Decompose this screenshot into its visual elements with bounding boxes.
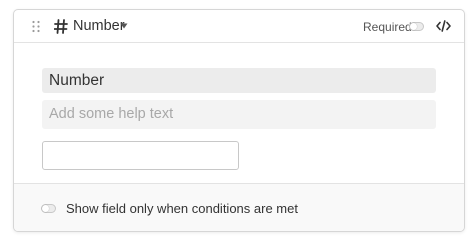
conditions-label[interactable]: Show field only when conditions are met — [66, 201, 298, 216]
code-icon[interactable] — [436, 20, 451, 32]
hash-icon — [54, 19, 68, 34]
drag-handle-icon[interactable] — [31, 20, 41, 33]
chevron-down-icon[interactable] — [120, 23, 128, 29]
required-toggle[interactable] — [409, 22, 424, 31]
conditions-toggle[interactable] — [41, 204, 56, 213]
field-name-input[interactable]: Number — [42, 68, 436, 93]
required-label: Required — [363, 20, 412, 34]
number-preview-input[interactable] — [42, 141, 239, 170]
field-card-header: Number Required — [14, 10, 464, 43]
field-type-label[interactable]: Number — [73, 18, 125, 35]
field-card: Number Required Number Add some help tex… — [13, 9, 465, 232]
conditions-footer: Show field only when conditions are met — [14, 183, 464, 231]
help-text-input[interactable]: Add some help text — [42, 100, 436, 129]
